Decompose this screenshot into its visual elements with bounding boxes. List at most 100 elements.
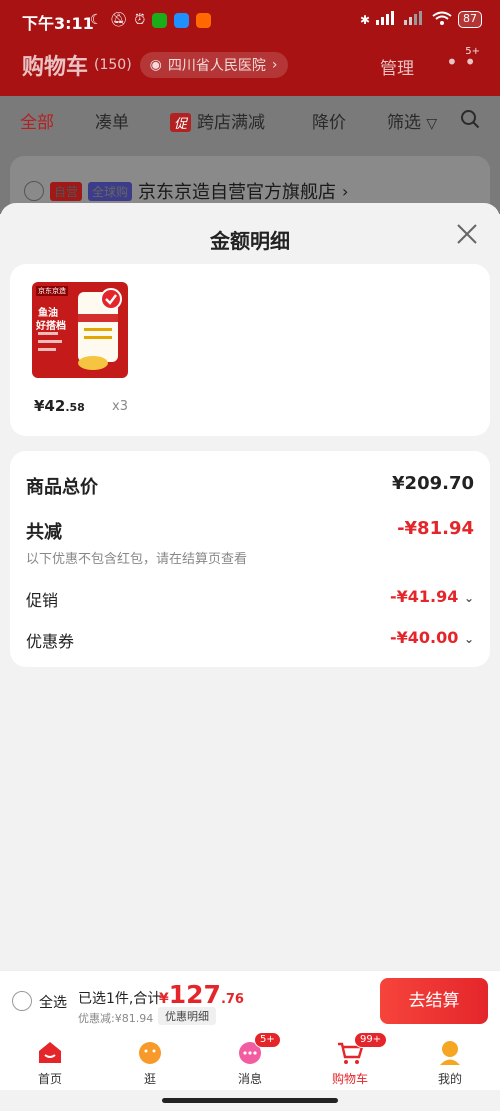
home-indicator [162,1098,338,1103]
product-capsules [78,356,108,370]
home-icon [36,1038,64,1066]
cart-count: (150) [94,57,132,73]
coupon-label: 优惠券 [26,632,75,651]
tab-bundle[interactable]: 凑单 [95,108,129,133]
total-integer: 127 [168,980,221,1009]
location-name: 四川省人民医院 [167,58,266,74]
total-amount: ¥127.76 [159,980,244,1009]
select-all-label[interactable]: 全选 [39,992,67,1012]
battery-indicator: 87 [458,11,482,28]
filter-bar: 全部 凑单 促跨店满减 降价 筛选 ▽ [0,96,500,144]
tab-home-label: 首页 [37,1072,62,1086]
reduction-value: -¥81.94 [397,518,474,539]
total-decimal: .76 [220,992,244,1007]
tab-me-label: 我的 [437,1072,462,1086]
tab-me[interactable]: 我的 [420,1038,480,1087]
checkout-button[interactable]: 去结算 [380,978,488,1024]
coupon-row-value[interactable]: -¥40.00 ⌄ [390,628,474,647]
shop-header: 自营 全球购 京东京造自营官方旗舰店 › [24,178,348,204]
shop-name[interactable]: 京东京造自营官方旗舰店 [138,178,336,204]
tab-browse-label: 逛 [143,1072,156,1086]
tab-price-drop[interactable]: 降价 [312,108,346,133]
bottom-tab-bar: 首页 逛 5+ 消息 99+ 购物车 我的 [0,1030,500,1090]
tab-browse[interactable]: 逛 [120,1038,180,1087]
product-quantity: x3 [112,399,128,414]
product-image[interactable]: 京东京造 鱼油 好搭档 [32,282,128,378]
status-notification-icons: ☾ 🔕︎ ⏰︎ [90,12,212,28]
discount-detail-button[interactable]: 优惠明细 [158,1007,216,1025]
tab-messages-label: 消息 [237,1072,262,1086]
amount-detail-sheet: 金额明细 京东京造 鱼油 好搭档 ¥42.58 x3 商品总价 ¥209.70 … [0,203,500,970]
status-time: 下午3:11 [22,14,94,33]
page-title: 购物车 [22,55,89,80]
chevron-down-icon: ⌄ [463,632,474,646]
self-operated-tag: 自营 [50,181,83,201]
total-currency: ¥ [159,991,169,1007]
close-icon[interactable] [454,221,480,247]
tab-all[interactable]: 全部 [20,108,54,133]
reduction-note: 以下优惠不包含红包，请在结算页查看 [26,552,248,567]
bell-off-icon: 🔕︎ [109,12,128,28]
alarm-icon: ⏰︎ [134,12,146,28]
wechat-icon [152,12,168,28]
mi-icon [196,12,212,28]
check-icon [100,288,122,310]
tab-cart[interactable]: 99+ 购物车 [320,1032,388,1087]
chevron-right-icon: › [271,57,278,73]
product-image-decoration [38,332,62,362]
filter-icon: ▽ [426,116,438,132]
wifi-icon [432,11,452,28]
browse-icon [136,1038,164,1066]
app-notification-icon [174,12,190,28]
promotion-value: -¥41.94 [389,587,459,606]
product-brand-label: 京东京造 [36,286,68,296]
total-price-value: ¥209.70 [392,473,474,494]
status-system-icons: ✱ 87 [360,11,482,28]
header-title-row: 购物车 (150) ◉ 四川省人民医院 › 管理 • • 5+ [22,46,480,82]
location-selector[interactable]: ◉ 四川省人民医院 › [139,52,288,78]
checkout-bar: 全选 已选1件,合计: ¥127.76 优惠减:¥81.94 优惠明细 去结算 [0,970,500,1030]
messages-badge: 5+ [254,1032,281,1048]
more-badge: 5+ [465,46,480,57]
sheet-title: 金额明细 [210,229,290,253]
signal-2-icon [404,11,426,28]
product-price-yuan: ¥42 [34,397,66,415]
cart-badge: 99+ [354,1032,388,1048]
shop-select-radio[interactable] [24,181,44,201]
reduction-label: 共减 [26,522,62,543]
coupon-value: -¥40.00 [389,628,459,647]
profile-icon [436,1038,464,1066]
tab-filter[interactable]: 筛选 ▽ [387,108,437,133]
chevron-down-icon: ⌄ [463,591,474,605]
promotion-row-value[interactable]: -¥41.94 ⌄ [390,587,474,606]
tab-cross-store-label: 跨店满减 [197,113,266,133]
search-icon[interactable] [460,109,480,133]
selected-summary: 已选1件,合计: [78,991,167,1007]
eye-icon: ◉ [149,57,162,73]
message-icon: 5+ [236,1032,281,1066]
cart-icon: 99+ [336,1032,388,1066]
promo-badge: 促 [170,113,192,132]
product-price-cents: .58 [65,401,85,414]
tab-home[interactable]: 首页 [20,1038,80,1087]
manage-button[interactable]: 管理 [380,54,414,79]
promotion-label: 促销 [26,591,59,610]
total-price-label: 商品总价 [26,477,98,498]
product-image-text-2: 好搭档 [36,321,66,332]
tab-filter-label: 筛选 [387,113,421,133]
tab-cross-store[interactable]: 促跨店满减 [170,108,265,133]
status-bar: 下午3:11 ☾ 🔕︎ ⏰︎ ✱ 87 [0,0,500,42]
moon-icon: ☾ [90,12,103,28]
product-price: ¥42.58 [34,397,85,415]
price-breakdown-card: 商品总价 ¥209.70 共减 -¥81.94 以下优惠不包含红包，请在结算页查… [10,451,490,667]
product-card: 京东京造 鱼油 好搭档 ¥42.58 x3 [10,264,490,436]
tab-cart-label: 购物车 [331,1072,368,1086]
global-purchase-tag: 全球购 [88,181,133,201]
signal-icon [376,11,398,28]
app-header: 下午3:11 ☾ 🔕︎ ⏰︎ ✱ 87 购物车 (150) ◉ 四川省人民医院 … [0,0,500,96]
chevron-right-icon: › [342,181,349,201]
bluetooth-icon: ✱ [359,12,370,27]
select-all-radio[interactable] [12,991,32,1011]
tab-messages[interactable]: 5+ 消息 [220,1032,281,1087]
discount-summary: 优惠减:¥81.94 [78,1012,154,1025]
